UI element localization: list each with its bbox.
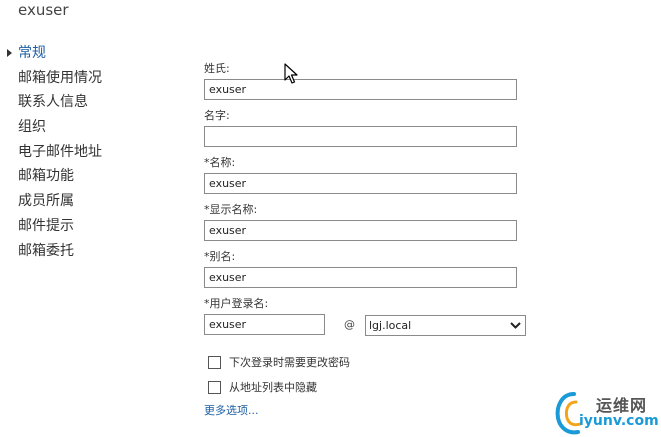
- nav-item-label: 常规: [18, 45, 46, 61]
- name-label: *名称:: [204, 156, 236, 169]
- hide-from-list-checkbox[interactable]: [208, 380, 221, 394]
- display-name-input[interactable]: [204, 220, 517, 241]
- nav-item-mailbox-features[interactable]: 邮箱功能: [0, 165, 170, 190]
- nav-item-member-of[interactable]: 成员所属: [0, 190, 170, 215]
- last-name-label: 姓氏:: [204, 62, 230, 75]
- domain-select[interactable]: lgj.local: [365, 315, 526, 336]
- sidebar-nav: 常规 邮箱使用情况 联系人信息 组织 电子邮件地址 邮箱功能 成员所属 邮件提示…: [0, 42, 170, 264]
- mouse-pointer-icon: [284, 63, 298, 84]
- name-input[interactable]: [204, 173, 517, 194]
- more-options-link[interactable]: 更多选项...: [204, 402, 259, 418]
- logon-name-label: *用户登录名:: [204, 297, 269, 310]
- at-sign: @: [344, 318, 355, 331]
- caret-right-icon: [7, 49, 12, 57]
- alias-input[interactable]: [204, 267, 517, 288]
- page-title: exuser: [18, 1, 69, 19]
- nav-item-label: 邮箱功能: [18, 168, 74, 185]
- nav-item-email-address[interactable]: 电子邮件地址: [0, 141, 170, 166]
- alias-label: *别名:: [204, 250, 236, 263]
- nav-item-mailbox-delegation[interactable]: 邮箱委托: [0, 240, 170, 265]
- logon-name-input[interactable]: [204, 314, 325, 335]
- hide-from-list-label: 从地址列表中隐藏: [229, 381, 317, 394]
- nav-item-mail-tips[interactable]: 邮件提示: [0, 215, 170, 240]
- nav-item-label: 电子邮件地址: [18, 143, 102, 160]
- nav-item-mailbox-usage[interactable]: 邮箱使用情况: [0, 67, 170, 92]
- nav-item-label: 联系人信息: [18, 94, 88, 111]
- nav-item-contact-info[interactable]: 联系人信息: [0, 91, 170, 116]
- nav-item-label: 成员所属: [18, 193, 74, 210]
- change-password-label: 下次登录时需要更改密码: [229, 356, 350, 369]
- display-name-label: *显示名称:: [204, 203, 258, 216]
- nav-item-organization[interactable]: 组织: [0, 116, 170, 141]
- last-name-input[interactable]: [204, 79, 517, 100]
- first-name-input[interactable]: [204, 126, 517, 147]
- nav-item-label: 邮箱委托: [18, 242, 74, 259]
- nav-item-general[interactable]: 常规: [0, 42, 170, 67]
- chevron-down-icon: [510, 322, 521, 329]
- change-password-row: 下次登录时需要更改密码: [208, 354, 350, 370]
- watermark-text-en: iyunv.com: [579, 413, 659, 429]
- nav-item-label: 邮箱使用情况: [18, 69, 102, 86]
- nav-item-label: 组织: [18, 119, 46, 136]
- watermark-logo: 运维网 iyunv.com: [552, 386, 661, 437]
- domain-select-value: lgj.local: [369, 319, 412, 332]
- nav-item-label: 邮件提示: [18, 217, 74, 234]
- hide-from-list-row: 从地址列表中隐藏: [208, 379, 317, 395]
- first-name-label: 名字:: [204, 109, 230, 122]
- change-password-checkbox[interactable]: [208, 355, 221, 369]
